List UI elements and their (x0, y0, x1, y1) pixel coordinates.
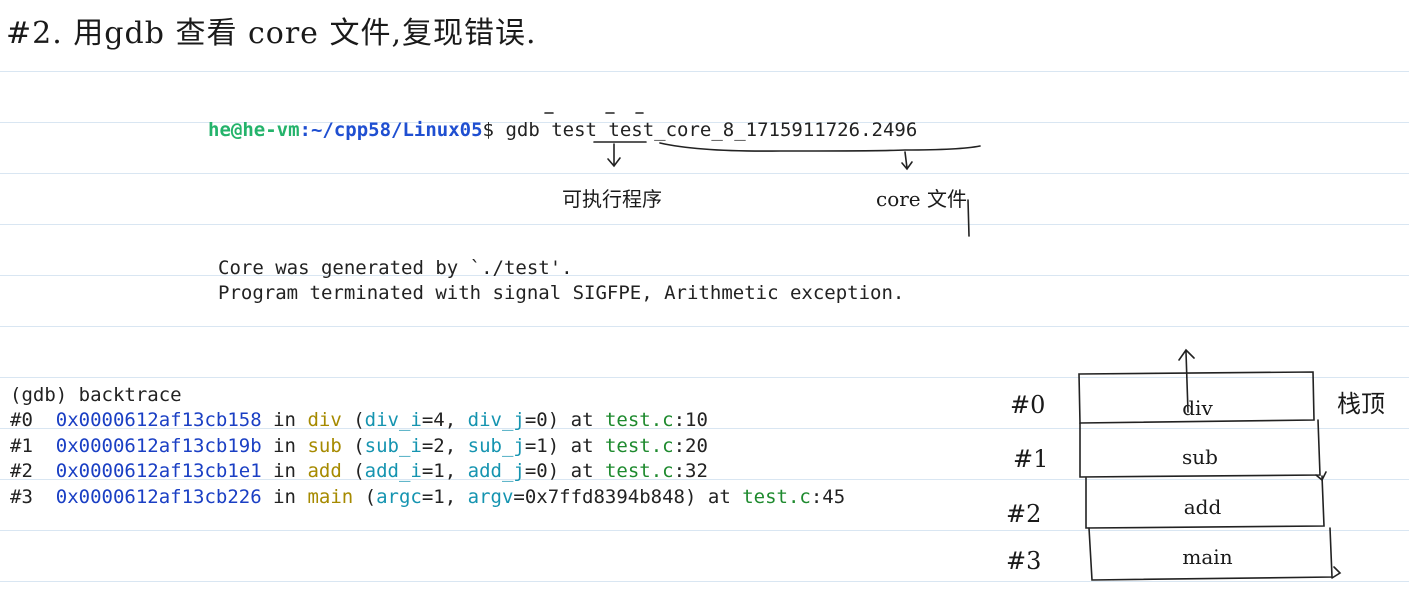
vertical-tick (967, 199, 970, 237)
stack-box-add (1085, 475, 1325, 529)
corefile-arrow (901, 151, 913, 171)
arrow-tip-sub (1315, 471, 1327, 482)
corefile-brace (659, 142, 981, 152)
stack-box-sub (1079, 419, 1321, 478)
stack-pop-arrow (1178, 348, 1195, 413)
arrow-tip-main (1331, 566, 1342, 579)
executable-arrow (607, 143, 621, 168)
stack-box-div (1078, 371, 1315, 424)
stack-box-main (1088, 527, 1333, 581)
handwritten-strokes (544, 112, 1342, 581)
